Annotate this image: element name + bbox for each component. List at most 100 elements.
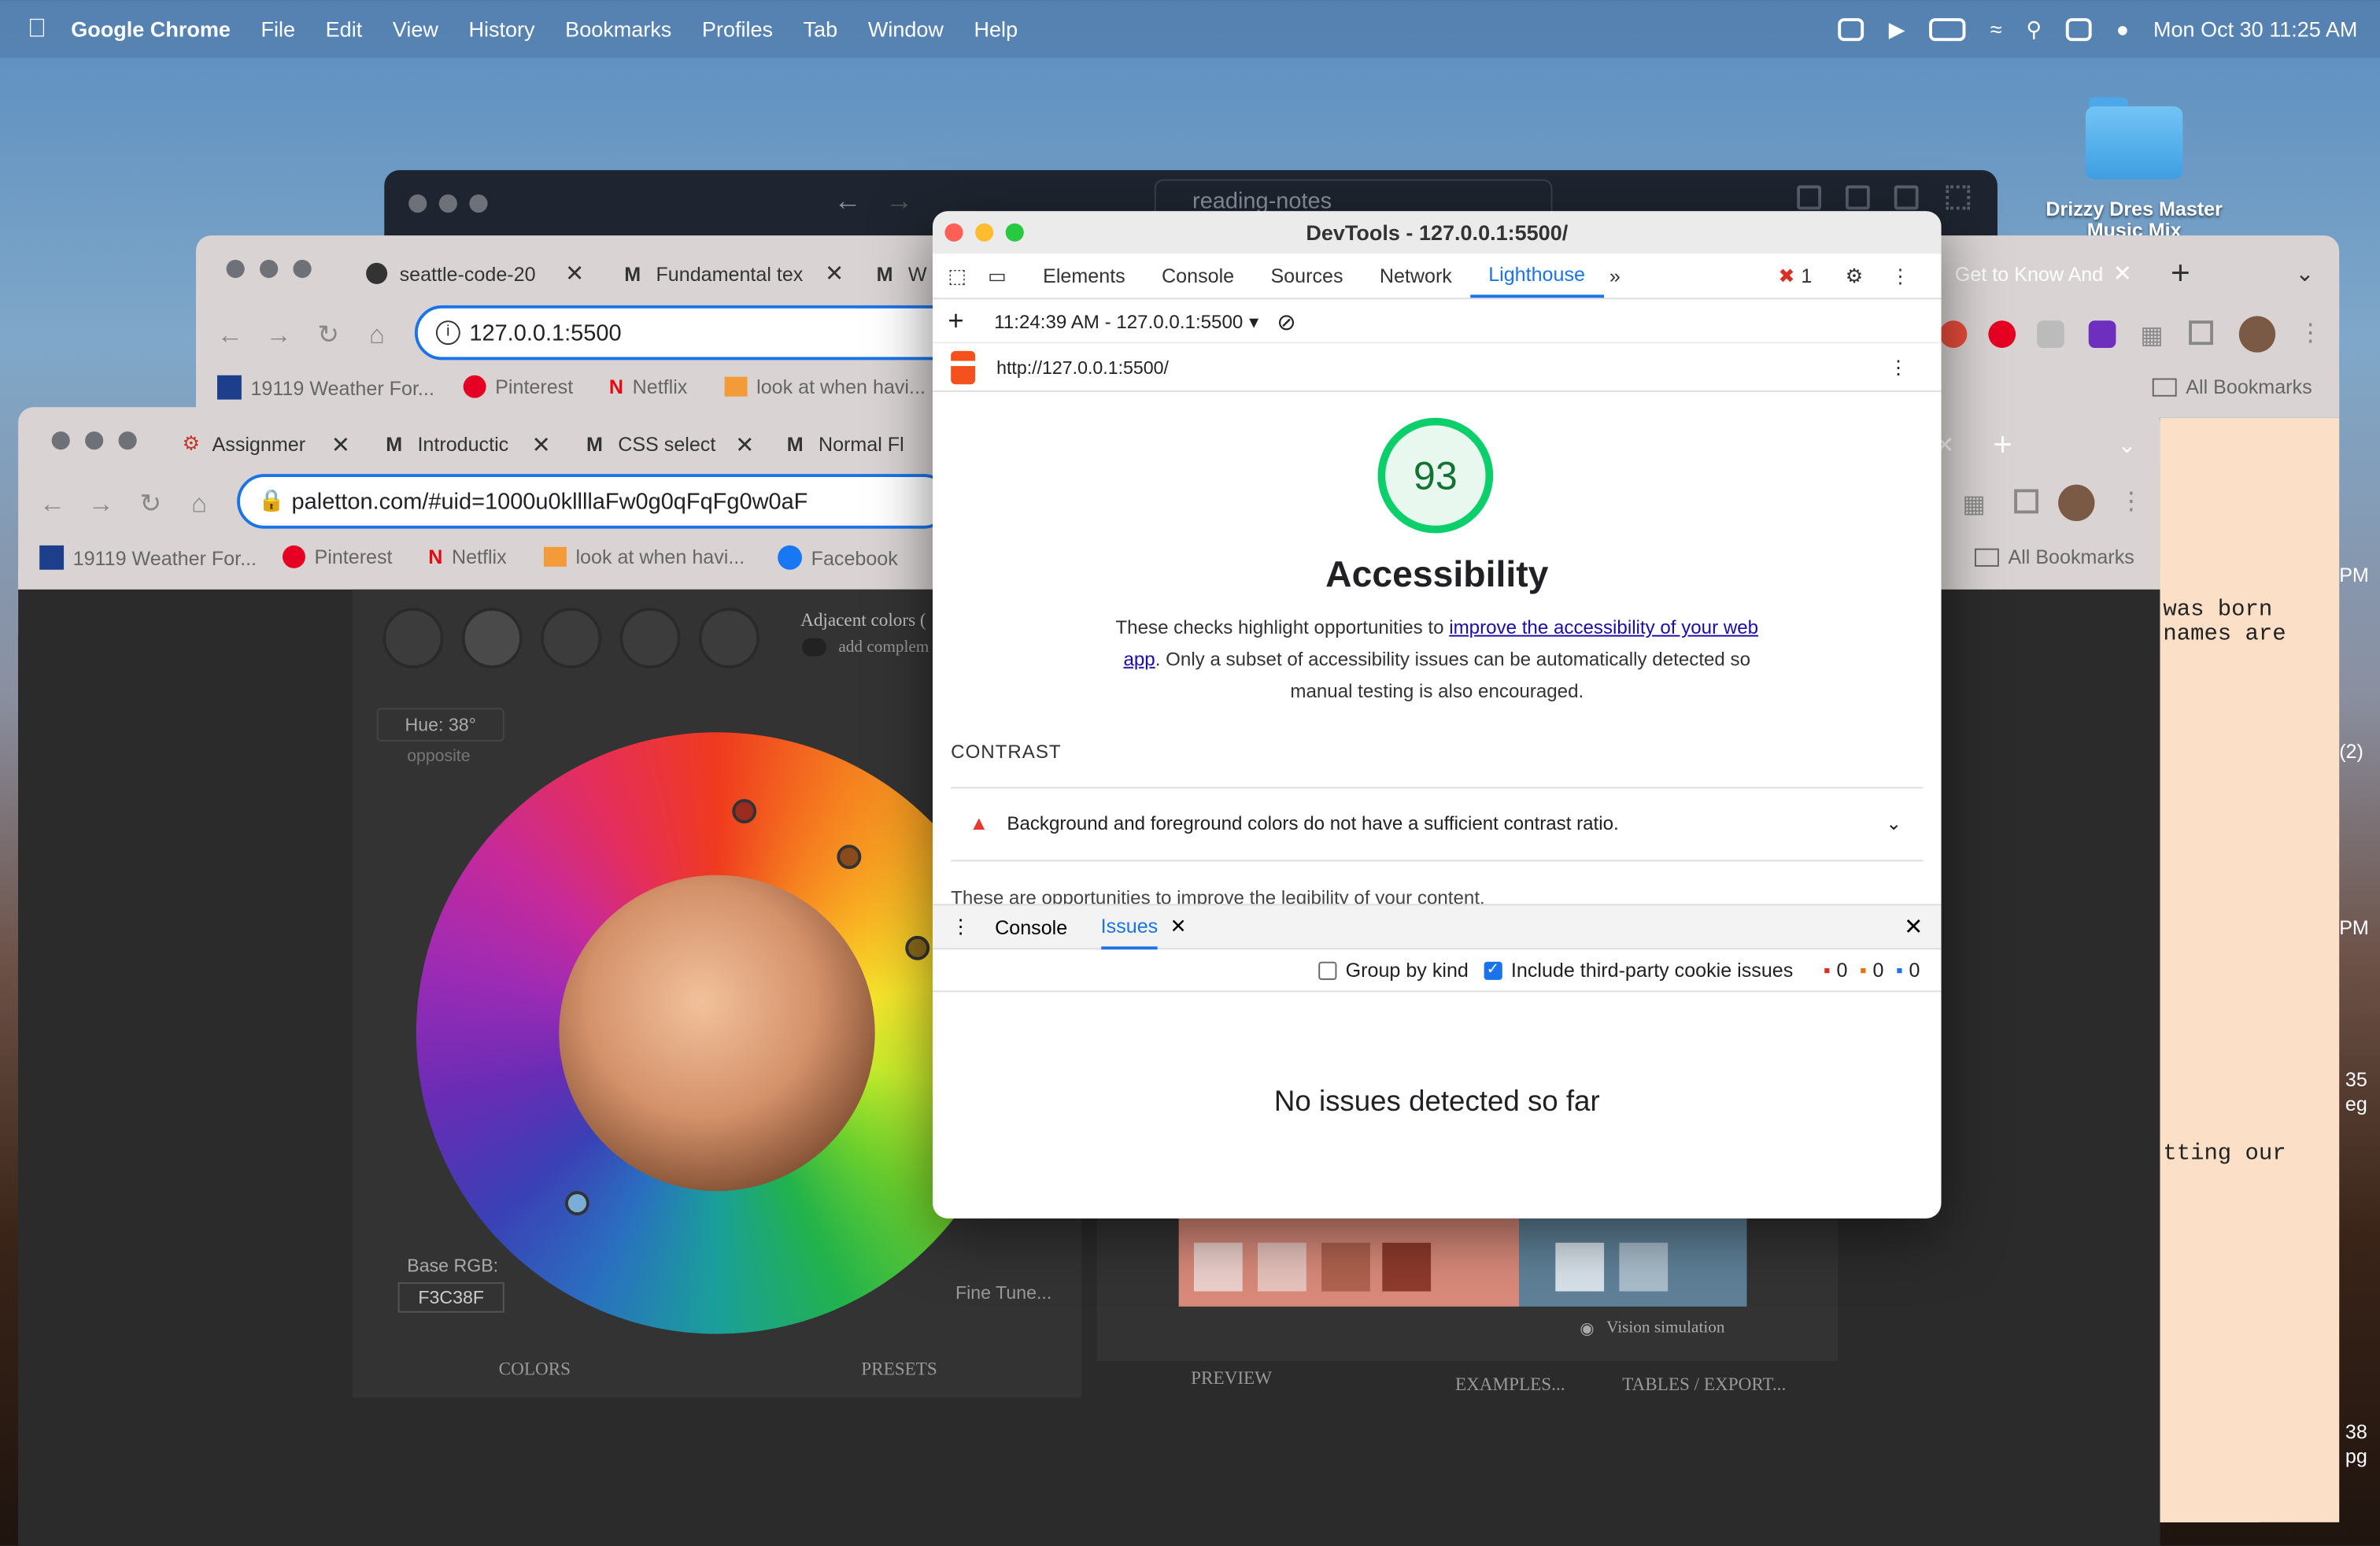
error-icon[interactable]: ✖ (1779, 264, 1795, 288)
report-url[interactable]: http://127.0.0.1:5500/ (996, 357, 1169, 378)
tab-presets[interactable]: PRESETS (717, 1358, 1081, 1381)
chevron-down-icon[interactable]: ⌄ (1886, 812, 1901, 834)
tab-close-icon[interactable]: ✕ (565, 260, 584, 287)
devtools-menu-icon[interactable]: ⋮ (1890, 264, 1910, 288)
score-gauge[interactable]: 93 (1377, 417, 1494, 534)
bookmark-look[interactable]: look at when havi... (724, 375, 926, 398)
tab-tables-export[interactable]: TABLES / EXPORT... (1622, 1374, 1786, 1396)
new-report-icon[interactable]: + (948, 305, 963, 338)
tab-sources[interactable]: Sources (1270, 264, 1343, 287)
close-button[interactable] (226, 260, 245, 279)
lock-icon[interactable]: 🔒 (258, 488, 285, 514)
tetrad-scheme-icon[interactable] (619, 608, 681, 669)
side-panel-icon[interactable] (2189, 320, 2214, 346)
spotlight-icon[interactable]: ⚲ (2026, 16, 2042, 42)
vision-simulation[interactable]: ◉ Vision simulation (1580, 1319, 1724, 1338)
drawer-close-icon[interactable]: ✕ (1904, 913, 1923, 941)
menu-help[interactable]: Help (974, 17, 1018, 41)
avatar[interactable] (2058, 484, 2095, 521)
close-button[interactable] (944, 223, 963, 242)
tab-introduction[interactable]: M Introductic (374, 416, 523, 471)
bookmark-netflix[interactable]: N Netflix (609, 375, 687, 398)
wifi-icon[interactable]: ≈ (1990, 17, 2002, 41)
back-arrow-icon[interactable]: ← (217, 320, 243, 351)
r-extension-icon[interactable] (2088, 320, 2116, 348)
avatar[interactable] (2238, 316, 2276, 353)
settings-gear-icon[interactable]: ⚙ (1846, 264, 1863, 288)
preview-dropdown[interactable]: PREVIEW (1191, 1367, 1272, 1390)
toggle-icon[interactable] (802, 638, 826, 656)
bookmark-pinterest[interactable]: Pinterest (463, 375, 573, 398)
siri-icon[interactable]: ● (2116, 17, 2129, 41)
tab-close-icon[interactable]: ✕ (331, 431, 350, 459)
close-button[interactable] (408, 194, 427, 213)
tab-search-icon[interactable]: ⌄ (2295, 260, 2314, 287)
drawer-tab-issues[interactable]: Issues (1100, 904, 1159, 949)
forward-arrow-icon[interactable]: → (885, 185, 913, 217)
forward-arrow-icon[interactable]: → (88, 489, 114, 520)
bookmark-netflix[interactable]: N Netflix (428, 546, 506, 568)
reload-icon[interactable]: ↻ (140, 489, 162, 520)
tab-search-icon[interactable]: ⌄ (2117, 431, 2136, 459)
menu-bookmarks[interactable]: Bookmarks (565, 17, 671, 41)
audit-row[interactable]: ▲ Background and foreground colors do no… (951, 812, 1923, 834)
dropdown-caret-icon[interactable]: ▾ (1249, 310, 1258, 333)
new-tab-icon[interactable]: + (2171, 253, 2190, 293)
puzzle-icon[interactable]: ▦ (2140, 320, 2163, 351)
free-style-icon[interactable] (698, 608, 759, 669)
base-rgb-field[interactable]: F3C38F (397, 1282, 504, 1313)
info-icon[interactable]: i (435, 320, 460, 346)
wheel-handle[interactable] (732, 799, 757, 824)
third-party-checkbox[interactable]: ✓ (1484, 960, 1502, 979)
zoom-button[interactable] (293, 260, 312, 279)
zoom-button[interactable] (469, 194, 488, 213)
tab-normal-flow[interactable]: M Normal Fl (774, 416, 920, 471)
reload-icon[interactable]: ↻ (317, 320, 339, 351)
play-icon[interactable]: ▶ (1889, 16, 1905, 42)
tab-w[interactable]: MW (864, 246, 934, 301)
menu-app-name[interactable]: Google Chrome (71, 17, 231, 41)
home-icon[interactable]: ⌂ (369, 320, 385, 351)
fine-tune-button[interactable]: Fine Tune... (955, 1282, 1051, 1304)
abp-icon[interactable] (1939, 320, 1968, 348)
all-bookmarks[interactable]: All Bookmarks (2152, 375, 2312, 398)
new-tab-icon[interactable]: + (1993, 425, 2012, 464)
menu-file[interactable]: File (261, 17, 296, 41)
zoom-button[interactable] (118, 431, 137, 450)
bookmark-pinterest[interactable]: Pinterest (282, 545, 393, 568)
adjacent-scheme-icon[interactable] (461, 608, 523, 669)
grid-icon[interactable] (1946, 185, 1971, 210)
device-toolbar-icon[interactable]: ▭ (988, 264, 1007, 288)
puzzle-icon[interactable]: ▦ (1963, 489, 1986, 520)
back-arrow-icon[interactable]: ← (834, 185, 862, 217)
drawer-menu-icon[interactable]: ⋮ (951, 915, 970, 939)
bookmark-look[interactable]: look at when havi... (543, 546, 745, 568)
minimize-button[interactable] (438, 194, 457, 213)
extension-icon[interactable] (2037, 320, 2064, 348)
tab-assignment[interactable]: ⚙ Assignmer (170, 416, 319, 471)
mono-scheme-icon[interactable] (382, 608, 444, 669)
battery-icon[interactable] (1929, 17, 1966, 41)
tab-colors[interactable]: COLORS (353, 1358, 717, 1381)
menu-edit[interactable]: Edit (326, 17, 363, 41)
zoom-button[interactable] (1005, 223, 1024, 242)
error-count[interactable]: 1 (1801, 264, 1812, 287)
more-tabs-icon[interactable]: » (1609, 264, 1621, 287)
drawer-tab-console[interactable]: Console (995, 915, 1067, 938)
all-bookmarks[interactable]: All Bookmarks (1975, 546, 2134, 568)
close-button[interactable] (51, 431, 70, 450)
drawer-tab-close-icon[interactable]: ✕ (1170, 915, 1187, 939)
wheel-handle[interactable] (564, 1191, 589, 1215)
minimize-button[interactable] (85, 431, 104, 450)
folder-label[interactable]: Drizzy Dres Master Music Mix (2020, 199, 2249, 235)
tab-github[interactable]: seattle-code-20 (354, 246, 552, 301)
wheel-handle[interactable] (837, 845, 862, 869)
menu-profiles[interactable]: Profiles (702, 17, 773, 41)
tab-css-selectors[interactable]: M CSS select (575, 416, 726, 471)
wheel-handle[interactable] (905, 935, 930, 960)
report-selector[interactable]: 11:24:39 AM - 127.0.0.1:5500 (994, 311, 1243, 332)
layout-icon[interactable] (1845, 185, 1870, 210)
add-complement[interactable]: add complem (802, 638, 929, 656)
tab-network[interactable]: Network (1380, 264, 1452, 287)
apple-icon[interactable]:  (28, 13, 47, 44)
